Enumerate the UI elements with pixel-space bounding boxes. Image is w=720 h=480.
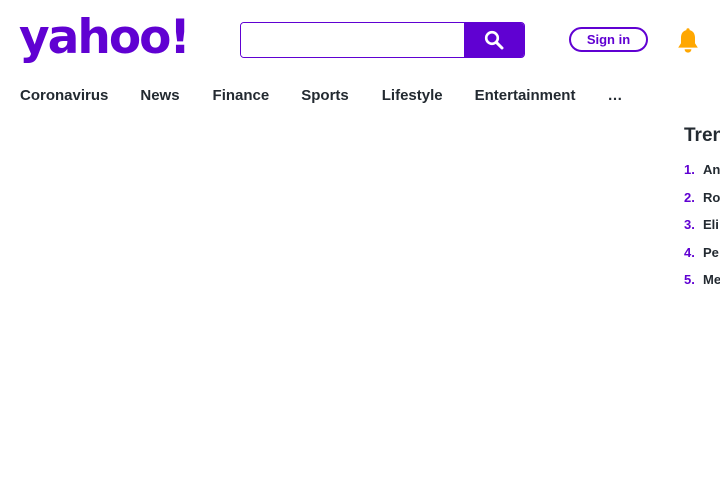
trending-item[interactable]: 4. Pe bbox=[684, 239, 720, 267]
trending-title: Tren bbox=[684, 125, 720, 146]
bell-icon bbox=[678, 28, 698, 53]
trending-item[interactable]: 5. Me bbox=[684, 266, 720, 294]
nav-item-finance[interactable]: Finance bbox=[213, 86, 270, 106]
trending-item[interactable]: 3. Eli bbox=[684, 211, 720, 239]
trending-rank: 1. bbox=[684, 162, 695, 178]
trending-link[interactable]: Ro bbox=[703, 190, 720, 205]
trending-rank: 5. bbox=[684, 272, 695, 288]
sign-in-button[interactable]: Sign in bbox=[569, 27, 648, 52]
trending-item[interactable]: 1. An bbox=[684, 156, 720, 184]
nav-item-lifestyle[interactable]: Lifestyle bbox=[382, 86, 443, 106]
search-button[interactable] bbox=[464, 23, 524, 57]
yahoo-homepage: yahoo! Sign in Coronavirus News Finance … bbox=[0, 0, 720, 480]
trending-panel: Tren 1. An 2. Ro 3. Eli 4. Pe 5. Me bbox=[684, 125, 720, 294]
trending-item[interactable]: 2. Ro bbox=[684, 184, 720, 212]
trending-rank: 2. bbox=[684, 189, 695, 205]
trending-link[interactable]: Me bbox=[703, 272, 720, 287]
yahoo-logo[interactable]: yahoo! bbox=[19, 14, 191, 61]
trending-rank: 3. bbox=[684, 217, 695, 233]
trending-link[interactable]: Eli bbox=[703, 217, 719, 232]
search-form bbox=[240, 22, 525, 58]
nav-item-coronavirus[interactable]: Coronavirus bbox=[20, 86, 108, 106]
search-icon bbox=[484, 30, 504, 50]
nav-item-sports[interactable]: Sports bbox=[301, 86, 349, 106]
trending-link[interactable]: An bbox=[703, 162, 720, 177]
nav-item-entertainment[interactable]: Entertainment bbox=[475, 86, 576, 106]
nav-more-button[interactable]: … bbox=[607, 86, 622, 106]
main-nav: Coronavirus News Finance Sports Lifestyl… bbox=[20, 86, 622, 106]
nav-item-news[interactable]: News bbox=[140, 86, 179, 106]
notifications-button[interactable] bbox=[674, 27, 702, 55]
trending-list: 1. An 2. Ro 3. Eli 4. Pe 5. Me bbox=[684, 156, 720, 294]
search-input[interactable] bbox=[241, 23, 464, 57]
trending-link[interactable]: Pe bbox=[703, 245, 719, 260]
trending-rank: 4. bbox=[684, 244, 695, 260]
